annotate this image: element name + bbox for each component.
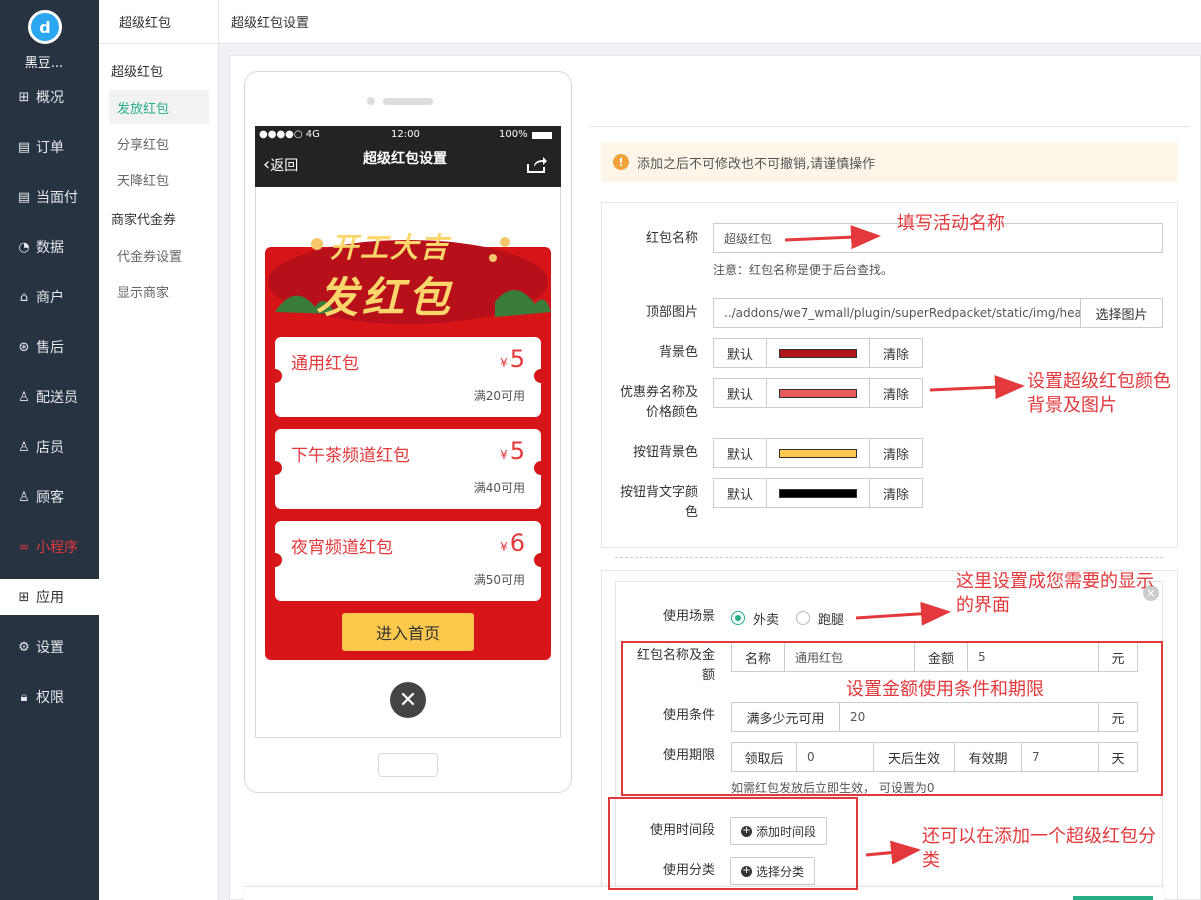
- clear-button[interactable]: 清除: [869, 438, 923, 468]
- phone-title: 超级红包设置: [363, 151, 447, 167]
- subnav-group-voucher: 商家代金券: [111, 213, 177, 228]
- apps-icon: ⊞: [18, 589, 30, 605]
- clerk-icon: ♙: [18, 439, 30, 455]
- bg-color-picker[interactable]: [766, 338, 870, 368]
- phone-camera: [367, 97, 375, 105]
- share-icon[interactable]: [526, 156, 548, 174]
- subnav-group-redpacket: 超级红包: [111, 65, 164, 80]
- name-label: 红包名称: [645, 231, 698, 246]
- signal-indicator: ●●●●○ 4G: [259, 129, 320, 140]
- warning-alert: ! 添加之后不可修改也不可撤销,请谨慎操作: [601, 142, 1178, 182]
- store-icon: ⌂: [19, 289, 29, 305]
- nav-item-customer[interactable]: ♙ 顾客: [0, 479, 99, 515]
- annotation-category: 还可以在添加一个超级红包分类: [922, 826, 1156, 871]
- sub-navigation: 超级红包 超级红包 发放红包 分享红包 天降红包 商家代金券 代金券设置 显示商…: [99, 0, 219, 900]
- gear-icon: ⚙: [18, 639, 30, 655]
- courier-icon: ♙: [18, 389, 30, 405]
- subnav-item-share-redpacket[interactable]: 分享红包: [109, 126, 209, 160]
- button-text-color-picker[interactable]: [766, 478, 870, 508]
- highlight-box-amount: [621, 641, 1163, 796]
- clear-button[interactable]: 清除: [869, 378, 923, 408]
- subnav-item-sky-redpacket[interactable]: 天降红包: [109, 162, 209, 196]
- default-button[interactable]: 默认: [713, 438, 767, 468]
- battery-icon: [532, 132, 552, 139]
- subnav-item-voucher-settings[interactable]: 代金券设置: [109, 238, 209, 272]
- coupon-color-label: 优惠券名称及 价格颜色: [619, 385, 698, 420]
- clear-button[interactable]: 清除: [869, 338, 923, 368]
- nav-item-settings[interactable]: ⚙ 设置: [0, 629, 99, 665]
- brand-name: 黑豆...: [24, 56, 64, 71]
- nav-item-merchant[interactable]: ⌂ 商户: [0, 279, 99, 315]
- default-button[interactable]: 默认: [713, 378, 767, 408]
- battery-text: 100%: [499, 129, 528, 140]
- submit-button[interactable]: [1073, 896, 1153, 900]
- nav-item-aftersale[interactable]: ⊛ 售后: [0, 329, 99, 365]
- lock-icon: 🔒︎: [20, 689, 28, 705]
- color-swatch: [779, 488, 857, 498]
- phone-speaker: [383, 98, 433, 105]
- color-swatch: [779, 388, 857, 398]
- customer-icon: ♙: [18, 489, 30, 505]
- nav-item-miniprogram[interactable]: ∞ 小程序: [0, 529, 99, 565]
- button-bg-label: 按钮背景色: [632, 445, 698, 460]
- order-icon: ▤: [17, 139, 31, 155]
- divider: [590, 126, 1190, 127]
- app-logo[interactable]: d: [28, 10, 62, 44]
- banner-line1: 开工大吉: [330, 231, 451, 264]
- scene-radio-errand[interactable]: [796, 611, 810, 625]
- coupon-card[interactable]: 夜宵频道红包 ¥6 满50可用: [268, 521, 548, 601]
- nav-item-overview[interactable]: ⊞ 概况: [0, 79, 99, 115]
- subnav-item-show-merchant[interactable]: 显示商家: [109, 274, 209, 308]
- name-hint: 注意：红包名称是便于后台查找。: [713, 263, 894, 277]
- highlight-box-category: [608, 797, 858, 890]
- nav-item-apps[interactable]: ⊞ 应用: [0, 579, 99, 615]
- close-icon[interactable]: ✕: [390, 682, 426, 718]
- enter-home-button[interactable]: 进入首页: [342, 613, 474, 651]
- miniprogram-icon: ∞: [18, 539, 30, 555]
- scene-option-takeout: 外卖: [753, 613, 780, 628]
- banner-line2: 发红包: [316, 273, 455, 322]
- back-button[interactable]: ‹返回: [263, 154, 298, 175]
- clear-button[interactable]: 清除: [869, 478, 923, 508]
- chart-icon: ◔: [18, 239, 30, 255]
- subnav-title: 超级红包: [99, 0, 219, 44]
- phone-status-bar: ●●●●○ 4G 12:00 100% ‹返回 超级红包设置: [255, 126, 561, 187]
- page-title: 超级红包设置: [231, 16, 310, 31]
- nav-item-permissions[interactable]: 🔒︎ 权限: [0, 679, 99, 715]
- coupon-card[interactable]: 通用红包 ¥5 满20可用: [268, 337, 548, 417]
- scene-option-errand: 跑腿: [818, 613, 845, 628]
- color-swatch: [779, 448, 857, 458]
- default-button[interactable]: 默认: [713, 478, 767, 508]
- nav-item-order[interactable]: ▤ 订单: [0, 129, 99, 165]
- choose-image-button[interactable]: 选择图片: [1080, 298, 1163, 328]
- button-text-color-label: 按钮背文字颜色: [619, 485, 698, 520]
- subnav-item-send-redpacket[interactable]: 发放红包: [109, 90, 209, 124]
- warning-icon: !: [613, 154, 629, 170]
- header-image-label: 顶部图片: [645, 305, 698, 320]
- aftersale-icon: ⊛: [18, 339, 30, 355]
- payment-icon: ▤: [17, 189, 31, 205]
- default-button[interactable]: 默认: [713, 338, 767, 368]
- annotation-name: 填写活动名称: [897, 213, 1005, 234]
- nav-item-data[interactable]: ◔ 数据: [0, 229, 99, 265]
- coupon-color-picker[interactable]: [766, 378, 870, 408]
- divider: [615, 557, 1163, 558]
- page-header: 超级红包设置: [219, 0, 1201, 44]
- button-bg-color-picker[interactable]: [766, 438, 870, 468]
- color-swatch: [779, 348, 857, 358]
- overview-icon: ⊞: [18, 89, 30, 105]
- annotation-scene: 这里设置成您需要的显示 的界面: [956, 571, 1154, 616]
- header-image-input[interactable]: ../addons/we7_wmall/plugin/superRedpacke…: [713, 298, 1081, 328]
- scene-label: 使用场景: [662, 609, 715, 624]
- phone-home-button: [378, 753, 438, 777]
- status-time: 12:00: [391, 129, 420, 140]
- nav-item-courier[interactable]: ♙ 配送员: [0, 379, 99, 415]
- main-sidebar: d 黑豆... ⊞ 概况 ▤ 订单 ▤ 当面付 ◔ 数据 ⌂ 商户 ⊛ 售后 ♙ 配送员 ♙ 店…: [0, 0, 99, 900]
- nav-item-clerk[interactable]: ♙ 店员: [0, 429, 99, 465]
- scene-radio-takeout[interactable]: [731, 611, 745, 625]
- annotation-color: 设置超级红包颜色 背景及图片: [1027, 371, 1171, 416]
- nav-item-payment[interactable]: ▤ 当面付: [0, 179, 99, 215]
- coupon-card[interactable]: 下午茶频道红包 ¥5 满40可用: [268, 429, 548, 509]
- bg-color-label: 背景色: [658, 345, 698, 360]
